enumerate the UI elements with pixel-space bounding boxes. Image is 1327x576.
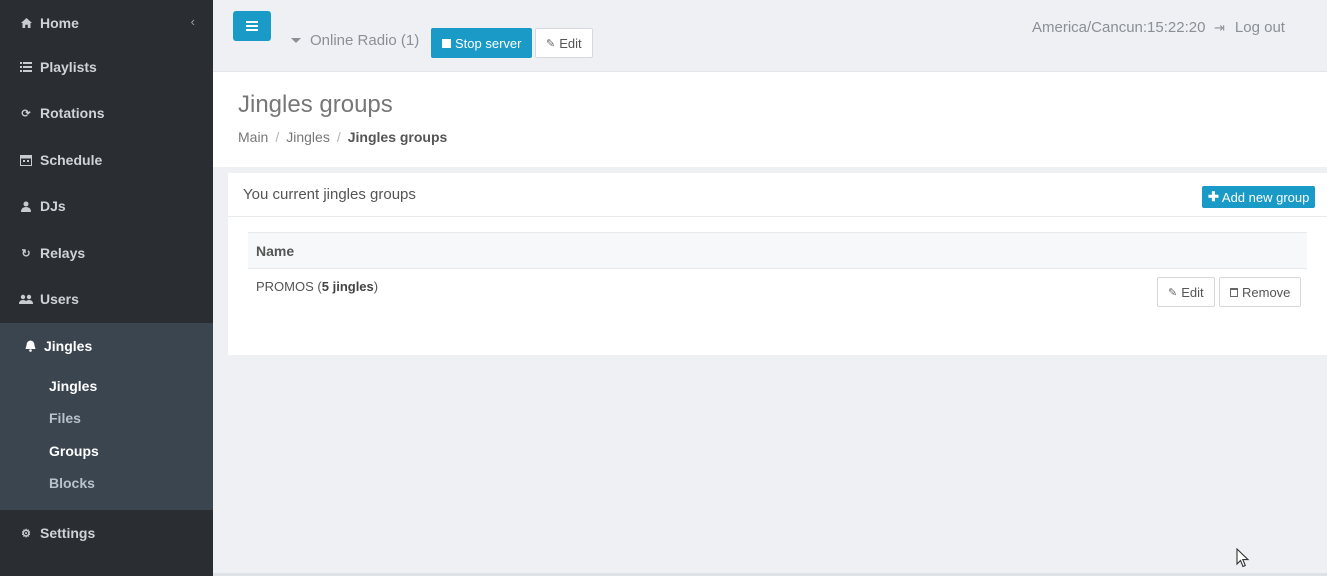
list-icon xyxy=(18,59,34,75)
sidebar-item-label: Relays xyxy=(40,245,86,261)
group-name-cell: PROMOS (5 jingles) xyxy=(256,279,379,294)
sidebar-item-label: Schedule xyxy=(40,152,103,168)
sidebar-item-label: Home xyxy=(40,15,79,31)
sidebar-item-users[interactable]: Users xyxy=(0,276,213,322)
edit-group-label: Edit xyxy=(1181,284,1204,300)
sidebar-item-djs[interactable]: DJs xyxy=(0,183,213,229)
plus-icon: ✚ xyxy=(1208,189,1219,204)
group-name: PROMOS xyxy=(256,279,314,294)
sign-out-icon: ⇥ xyxy=(1214,19,1225,35)
repeat-icon: ↻ xyxy=(21,247,31,260)
sidebar-item-label: DJs xyxy=(40,198,66,214)
users-icon xyxy=(18,291,34,307)
groups-panel: You current jingles groups ✚ Add new gro… xyxy=(228,173,1327,355)
sidebar-item-schedule[interactable]: Schedule xyxy=(0,137,213,183)
edit-group-button[interactable]: ✎ Edit xyxy=(1157,277,1215,307)
breadcrumb-current: Jingles groups xyxy=(347,129,448,145)
refresh-icon: ⟳ xyxy=(21,107,31,120)
trash-icon xyxy=(1230,287,1238,297)
groups-table: Name PROMOS (5 jingles) ✎ Edit Remove xyxy=(248,232,1307,317)
sidebar-subitem-groups[interactable]: Groups xyxy=(49,443,99,459)
hamburger-icon xyxy=(246,21,258,31)
sidebar-item-settings[interactable]: ⚙ Settings xyxy=(0,510,213,556)
edit-icon: ✎ xyxy=(546,37,556,50)
stop-icon xyxy=(442,38,451,48)
station-selector[interactable]: Online Radio (1) xyxy=(291,32,419,49)
sidebar-item-label: Rotations xyxy=(40,105,105,121)
sidebar-subitem-jingles[interactable]: Jingles xyxy=(49,378,97,394)
breadcrumb-separator: / xyxy=(275,129,280,145)
caret-down-icon xyxy=(291,38,301,43)
stop-server-button[interactable]: Stop server xyxy=(431,28,533,58)
sidebar: Home ‹ Playlists ⟳ Rotations Schedule DJ… xyxy=(0,0,213,576)
sidebar-item-playlists[interactable]: Playlists xyxy=(0,44,213,90)
page-title: Jingles groups xyxy=(238,91,393,118)
panel-title: You current jingles groups xyxy=(243,186,416,203)
sidebar-subitem-blocks[interactable]: Blocks xyxy=(49,475,95,491)
edit-station-label: Edit xyxy=(559,35,582,51)
sidebar-item-home[interactable]: Home ‹ xyxy=(0,0,213,46)
edit-station-button[interactable]: ✎ Edit xyxy=(535,28,593,58)
stop-server-label: Stop server xyxy=(455,35,522,51)
sidebar-item-jingles[interactable]: Jingles xyxy=(0,323,213,369)
station-name: Online Radio (1) xyxy=(310,32,420,49)
breadcrumb-separator: / xyxy=(336,129,341,145)
panel-header: You current jingles groups ✚ Add new gro… xyxy=(228,173,1327,217)
add-new-group-button[interactable]: ✚ Add new group xyxy=(1202,186,1316,208)
content-header: Jingles groups Main / Jingles / Jingles … xyxy=(213,72,1327,167)
calendar-icon xyxy=(18,152,34,168)
logout-link[interactable]: ⇥ Log out xyxy=(1214,19,1285,36)
sidebar-item-label: Users xyxy=(40,291,79,307)
remove-group-button[interactable]: Remove xyxy=(1219,277,1302,307)
breadcrumb-jingles[interactable]: Jingles xyxy=(286,129,330,145)
remove-group-label: Remove xyxy=(1242,284,1291,300)
sidebar-item-rotations[interactable]: ⟳ Rotations xyxy=(0,90,213,136)
edit-icon: ✎ xyxy=(1168,286,1178,299)
gears-icon: ⚙ xyxy=(21,527,31,540)
menu-toggle-button[interactable] xyxy=(233,11,271,41)
topbar: Online Radio (1) Stop server ✎ Edit Amer… xyxy=(213,0,1327,72)
user-icon xyxy=(18,198,34,214)
sidebar-item-label: Playlists xyxy=(40,59,97,75)
sidebar-item-label: Settings xyxy=(40,525,96,541)
home-icon xyxy=(18,15,34,31)
add-new-group-label: Add new group xyxy=(1221,189,1310,205)
sidebar-item-relays[interactable]: ↻ Relays xyxy=(0,230,213,276)
timezone-clock: America/Cancun:15:22:20 xyxy=(1032,19,1206,36)
group-jingle-count: 5 jingles xyxy=(321,279,374,294)
column-header-name: Name xyxy=(256,242,295,259)
sidebar-item-label: Jingles xyxy=(44,338,93,354)
sidebar-subitem-files[interactable]: Files xyxy=(49,410,81,426)
logout-label: Log out xyxy=(1234,19,1285,36)
bell-icon xyxy=(22,338,38,354)
chevron-left-icon[interactable]: ‹ xyxy=(191,14,195,29)
table-header: Name xyxy=(248,232,1307,269)
table-row: PROMOS (5 jingles) ✎ Edit Remove xyxy=(248,269,1307,317)
breadcrumb-main[interactable]: Main xyxy=(238,129,268,145)
breadcrumb: Main / Jingles / Jingles groups xyxy=(238,129,447,145)
sidebar-group-jingles: Jingles Jingles Files Groups Blocks xyxy=(0,323,213,510)
